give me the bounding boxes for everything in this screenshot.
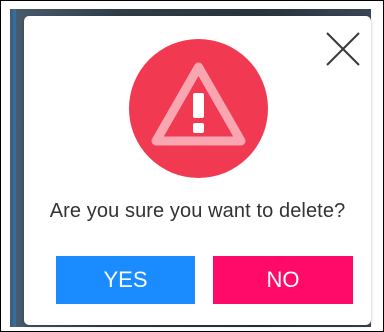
no-button[interactable]: NO <box>213 256 353 304</box>
confirm-message: Are you sure you want to delete? <box>49 200 346 222</box>
yes-button-label: YES <box>103 267 148 292</box>
alert-badge <box>129 39 268 178</box>
no-button-label: NO <box>266 267 300 292</box>
warning-triangle-icon <box>151 62 246 146</box>
yes-button[interactable]: YES <box>56 256 195 304</box>
close-button[interactable] <box>321 27 365 71</box>
background-accent <box>13 9 16 327</box>
close-icon <box>326 32 360 66</box>
